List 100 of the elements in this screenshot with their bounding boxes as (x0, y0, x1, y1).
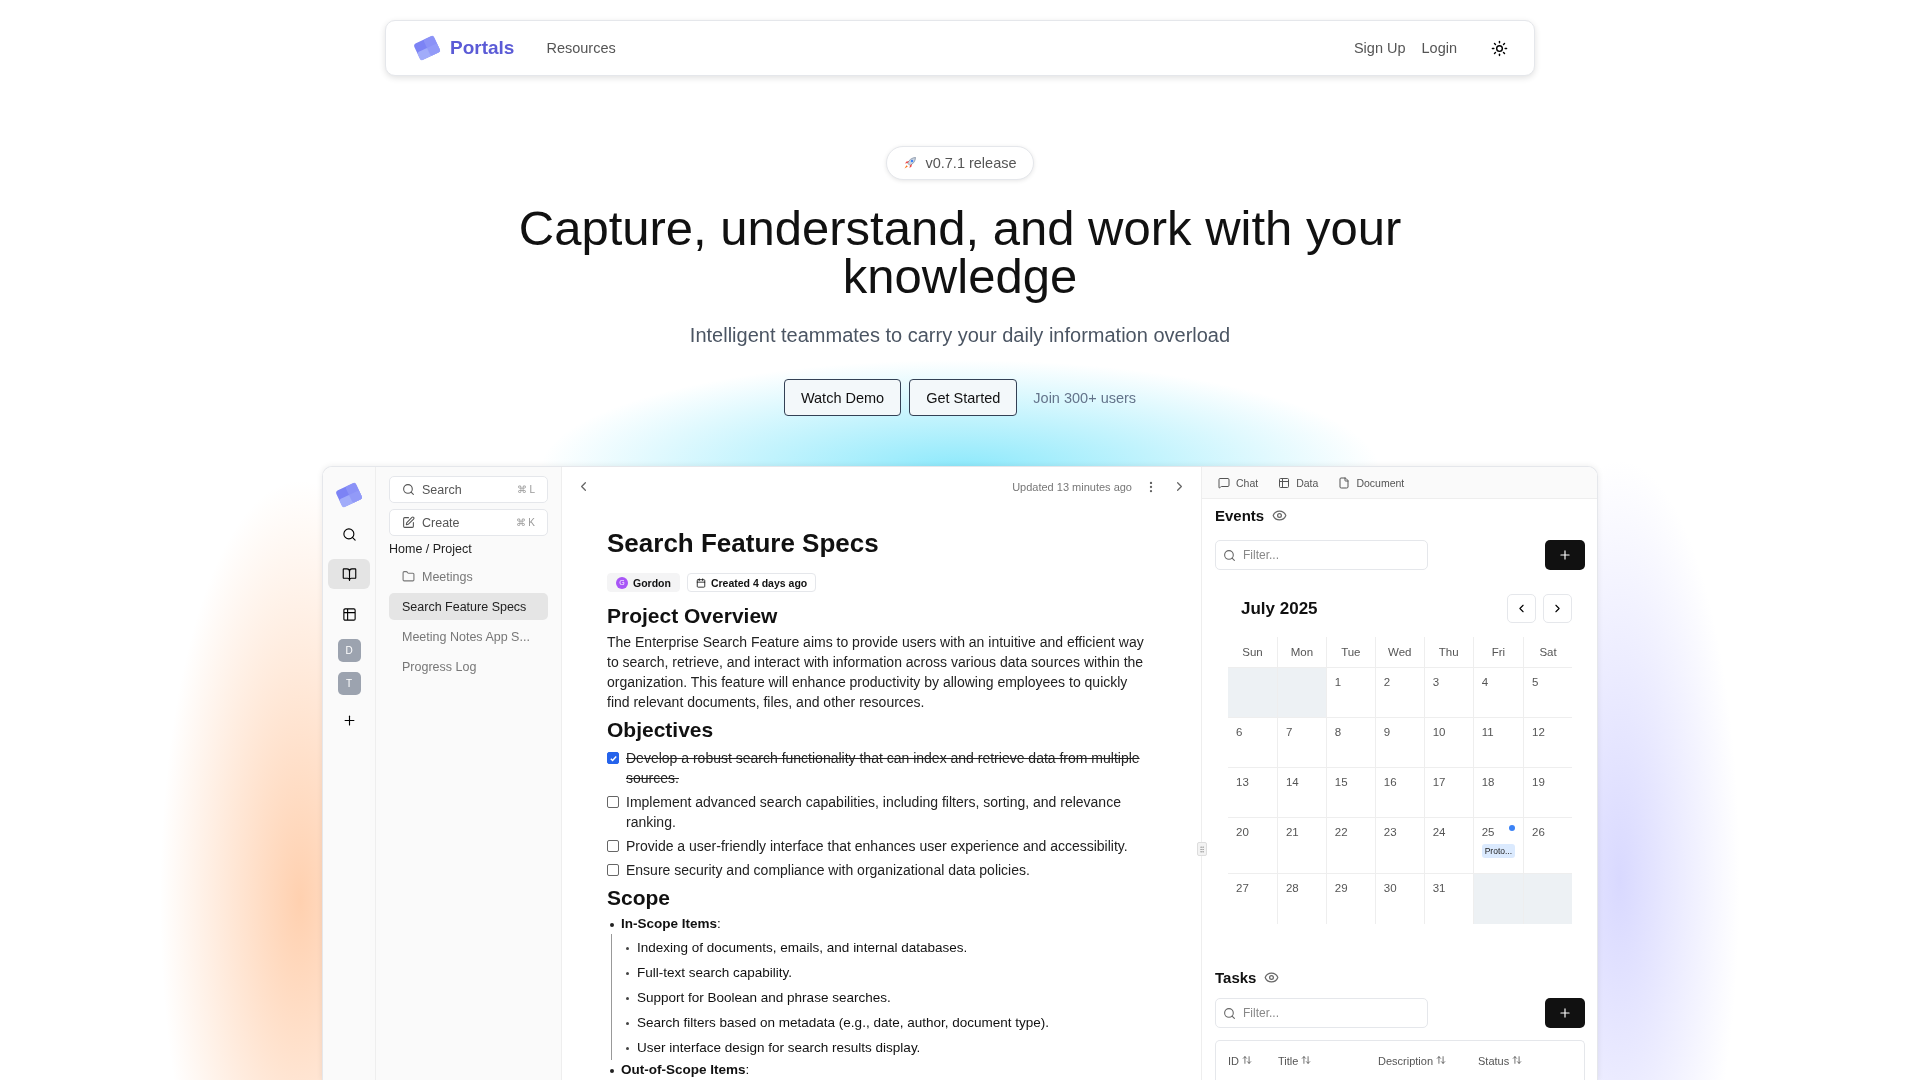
day-cell[interactable]: 15 (1325, 768, 1375, 818)
bullet-icon (626, 1022, 629, 1025)
list-item: Out-of-Scope Items: (621, 1061, 750, 1079)
day-cell[interactable]: 14 (1276, 768, 1326, 818)
day-cell[interactable]: 5 (1523, 668, 1572, 718)
check-icon (608, 753, 618, 763)
cta-button[interactable]: Watch Demo (783, 379, 902, 416)
cta-button[interactable]: Get Started (909, 379, 1018, 416)
checkbox[interactable] (607, 752, 619, 764)
day-cell[interactable]: 25 Proto... (1472, 818, 1524, 874)
day-cell[interactable]: 1 (1325, 668, 1375, 718)
create-button[interactable]: Create ⌘ K (389, 509, 548, 536)
month-title: July 2025 (1241, 598, 1318, 619)
panel-tab[interactable]: Chat (1208, 470, 1269, 495)
document-icon (1338, 476, 1351, 489)
sort-icon (1436, 1055, 1447, 1065)
tree-item[interactable]: Progress Log (389, 653, 548, 680)
day-cell[interactable]: 3 (1423, 668, 1473, 718)
bullet-icon (626, 972, 629, 975)
filter-field[interactable]: Filter... (1215, 540, 1428, 570)
day-cell[interactable]: 7 (1276, 718, 1326, 768)
panel-tab[interactable]: Document (1328, 470, 1415, 495)
sun-icon (1491, 39, 1508, 57)
bullet-icon (626, 947, 629, 950)
todo-text: Develop a robust search functionality that can index and retrieve data from multiple sources. (626, 749, 1141, 788)
todo-text: Provide a user-friendly interface that enhances user experience and accessibility. (626, 837, 1128, 856)
event-chip[interactable]: Proto... (1481, 844, 1516, 858)
day-cell[interactable]: 2 (1374, 668, 1424, 718)
todo-text: Implement advanced search capabilities, including filters, sorting, and relevance ranking. (626, 793, 1122, 832)
day-cell[interactable]: 4 (1472, 668, 1524, 718)
book-icon (341, 566, 357, 582)
day-cell[interactable]: 9 (1374, 718, 1424, 768)
bullet-icon (610, 1069, 614, 1073)
day-cell[interactable]: 11 (1472, 718, 1524, 768)
table-icon (1278, 476, 1291, 489)
checkbox[interactable] (607, 840, 619, 852)
bullet-icon (610, 923, 614, 927)
bullet-icon (626, 1047, 629, 1050)
updated-timestamp: Updated 13 minutes ago (1012, 480, 1132, 493)
column-header[interactable]: ID (1228, 1055, 1278, 1080)
tree-item[interactable]: Search Feature Specs (389, 593, 548, 620)
plus-icon (1558, 1006, 1572, 1020)
day-cell[interactable]: 12 (1523, 718, 1572, 768)
sort-icon (1242, 1055, 1252, 1065)
created-chip: Created 4 days ago (686, 573, 817, 592)
list-item: Indexing of documents, emails, and internal databases. (637, 939, 968, 957)
day-cell[interactable]: 21 (1276, 818, 1326, 874)
day-cell[interactable]: 17 (1423, 768, 1473, 818)
filter-field[interactable]: Filter... (1215, 998, 1428, 1028)
social-proof: Join 300+ users (1033, 389, 1137, 406)
checkbox[interactable] (607, 796, 619, 808)
add-button[interactable] (1545, 998, 1585, 1028)
release-badge[interactable]: v0.7.1 release (886, 146, 1034, 180)
day-cell[interactable]: 16 (1374, 768, 1424, 818)
paragraph: The Enterprise Search Feature aims to provide users with an intuitive and efficient way to search, retrieve, and interact with information across various data sources within the organization. This feature will enhance productivity by allowing employees to quickly find relevant documents, files, and other resources. (607, 633, 1145, 712)
section-heading: Objectives (607, 717, 715, 743)
tree-item[interactable]: Meeting Notes App S... (389, 623, 548, 650)
resize-handle[interactable] (1197, 842, 1207, 856)
hero-subtitle: Intelligent teammates to carry your daily information overload (689, 324, 1231, 347)
list-item: User interface design for search results display. (637, 1039, 921, 1057)
column-header[interactable]: Description (1378, 1055, 1478, 1080)
add-button[interactable] (1545, 540, 1585, 570)
day-cell[interactable]: 23 (1374, 818, 1424, 874)
list-item: Support for Boolean and phrase searches. (637, 989, 891, 1007)
day-cell[interactable]: 24 (1423, 818, 1473, 874)
document-title: Search Feature Specs (607, 528, 880, 559)
plus-icon (1558, 548, 1572, 562)
nav-link[interactable]: Sign Up (1353, 40, 1406, 56)
folder-icon (402, 570, 415, 583)
day-cell[interactable]: 26 (1523, 818, 1572, 874)
todo-text: Ensure security and compliance with organizational data policies. (626, 861, 1030, 880)
tree-item[interactable]: Meetings (389, 563, 548, 590)
search-button[interactable]: Search ⌘ L (389, 476, 548, 503)
rocket-icon (903, 156, 918, 170)
day-cell[interactable]: 10 (1423, 718, 1473, 768)
brand-link[interactable]: Portals (412, 34, 515, 62)
plus-icon (341, 712, 357, 728)
list-item: In-Scope Items: (621, 915, 721, 933)
nav-link[interactable]: Resources (546, 40, 616, 56)
checkbox[interactable] (607, 864, 619, 876)
pencil-square-icon (402, 516, 415, 529)
breadcrumb[interactable]: Home / Project (389, 542, 472, 556)
badge-label: v0.7.1 release (925, 155, 1017, 171)
bullet-icon (626, 997, 629, 1000)
day-cell[interactable]: 22 (1325, 818, 1375, 874)
column-header[interactable]: Title (1278, 1055, 1378, 1080)
section-title: Tasks (1215, 969, 1257, 986)
eye-icon[interactable] (1264, 970, 1280, 985)
panel-tab[interactable]: Data (1268, 470, 1329, 495)
day-cell[interactable]: 19 (1523, 768, 1572, 818)
column-header[interactable]: Status (1478, 1055, 1548, 1080)
table-icon (341, 606, 357, 622)
book-button[interactable] (328, 559, 370, 589)
day-cell[interactable]: 18 (1472, 768, 1524, 818)
eye-icon[interactable] (1272, 508, 1288, 523)
nav-link[interactable]: Login (1421, 40, 1457, 56)
day-cell[interactable]: 8 (1325, 718, 1375, 768)
calendar-icon (695, 577, 706, 588)
section-heading: Scope (607, 885, 672, 911)
sort-icon (1512, 1055, 1523, 1065)
